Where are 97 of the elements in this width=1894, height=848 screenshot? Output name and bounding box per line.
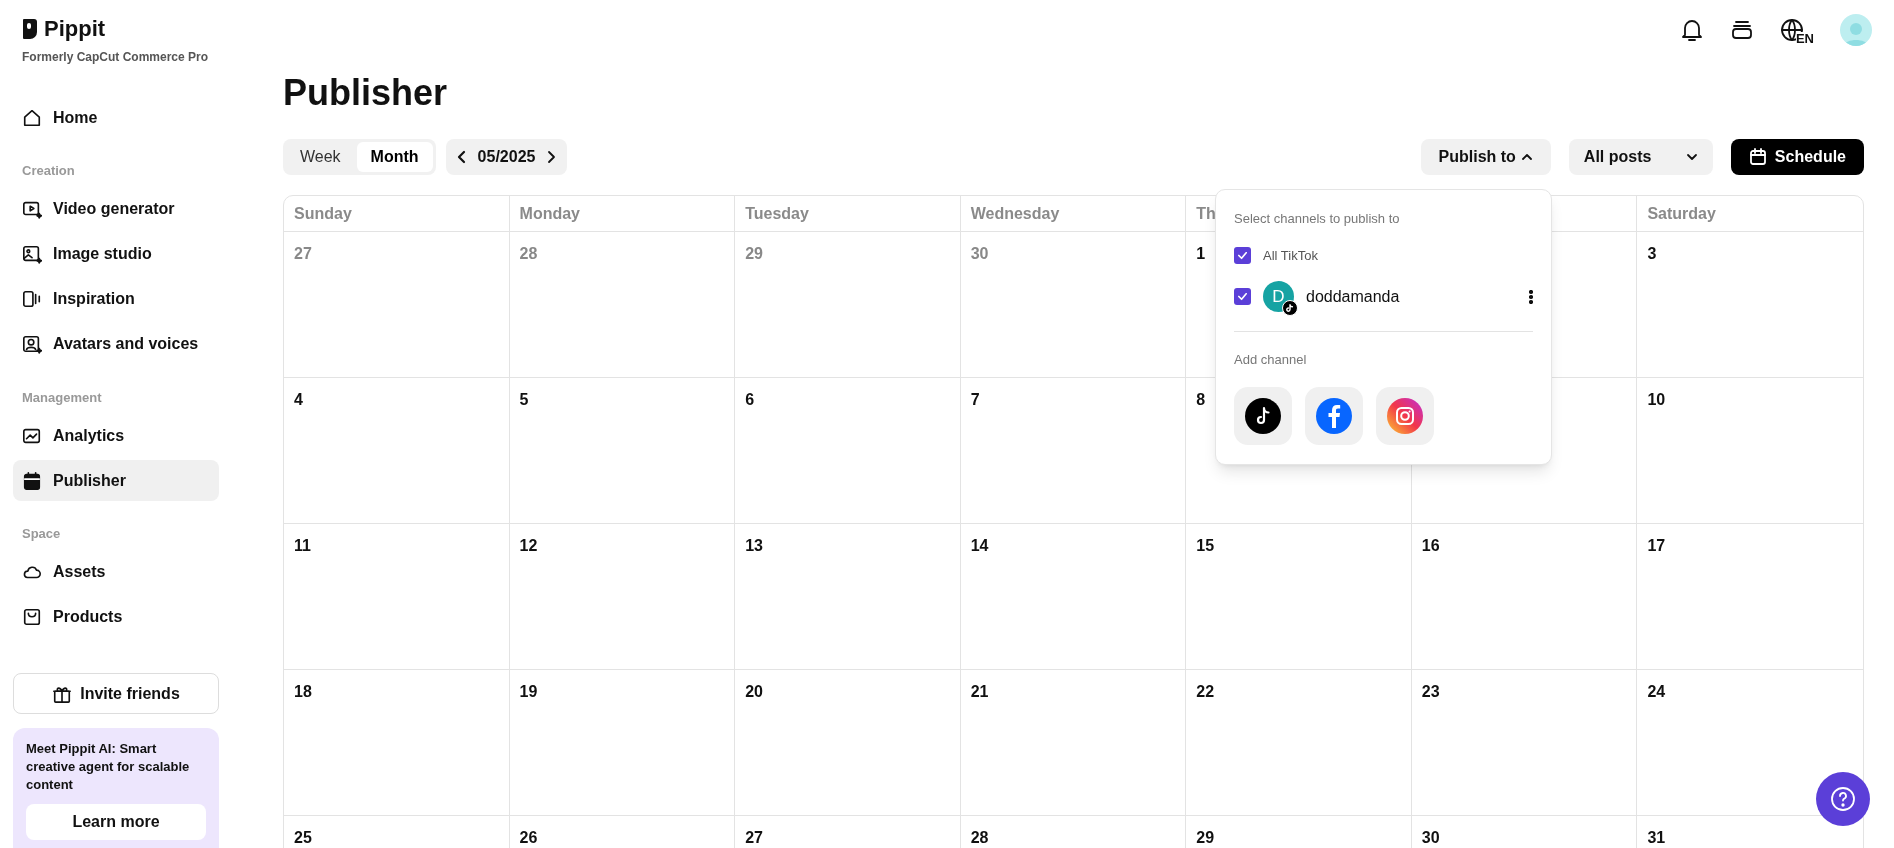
date-number: 24 xyxy=(1647,683,1666,700)
avatar-icon xyxy=(22,334,42,354)
date-number: 6 xyxy=(745,391,755,408)
sidebar-item[interactable]: Inspiration xyxy=(13,278,219,320)
promo-text: Meet Pippit AI: Smart creative agent for scalable content xyxy=(26,740,191,794)
sidebar-item[interactable]: Analytics xyxy=(13,415,219,456)
date-number: 23 xyxy=(1421,683,1440,700)
image-icon xyxy=(22,244,42,264)
weekday-header: Th xyxy=(1196,203,1216,224)
facebook-logo-icon xyxy=(1316,398,1352,434)
tiktok-logo-icon xyxy=(1245,398,1281,434)
date-number: 19 xyxy=(519,683,538,700)
chevron-up-icon xyxy=(1520,151,1533,163)
date-number: 29 xyxy=(1196,829,1215,846)
date-number: 28 xyxy=(519,245,538,262)
stack-button[interactable] xyxy=(1729,18,1754,42)
brand-tagline: Formerly CapCut Commerce Pro xyxy=(21,49,210,66)
date-number: 26 xyxy=(519,829,538,846)
panel-icon xyxy=(22,289,42,309)
channel-group-label: All TikTok xyxy=(1263,246,1318,265)
date-number: 29 xyxy=(745,245,763,262)
calendar-icon xyxy=(1748,148,1767,166)
person-icon xyxy=(1844,20,1868,46)
section-label: Creation xyxy=(21,162,76,180)
date-number: 17 xyxy=(1647,537,1666,554)
more-options-button[interactable] xyxy=(1529,289,1533,304)
date-number: 25 xyxy=(294,829,312,846)
learn-more-button[interactable]: Learn more xyxy=(26,804,206,840)
view-tab[interactable]: Month xyxy=(356,142,433,172)
date-number: 13 xyxy=(745,537,763,554)
notifications-button[interactable] xyxy=(1679,17,1704,43)
invite-friends-button[interactable]: Invite friends xyxy=(13,673,219,714)
section-label: Space xyxy=(21,525,62,543)
bag-icon xyxy=(22,607,42,627)
weekday-header: Sunday xyxy=(294,203,352,224)
check-icon xyxy=(1237,250,1248,261)
date-number: 16 xyxy=(1421,537,1440,554)
brand-name: Pippit xyxy=(44,18,106,40)
check-icon xyxy=(1237,291,1248,302)
date-number: 20 xyxy=(745,683,763,700)
stack-icon xyxy=(1729,18,1754,42)
more-icon xyxy=(1529,289,1533,304)
date-number: 18 xyxy=(294,683,312,700)
video-icon xyxy=(22,199,42,219)
date-number: 8 xyxy=(1196,391,1206,408)
date-number: 28 xyxy=(970,829,989,846)
date-number: 27 xyxy=(294,245,312,262)
date-number: 5 xyxy=(519,391,529,408)
help-button[interactable] xyxy=(1816,772,1870,826)
sidebar-item[interactable]: Products xyxy=(13,596,219,638)
date-number: 30 xyxy=(970,245,989,262)
weekday-header: Wednesday xyxy=(970,203,1060,224)
date-number: 12 xyxy=(519,537,538,554)
checkbox[interactable] xyxy=(1234,288,1251,305)
language-button[interactable]: EN xyxy=(1779,18,1814,42)
checkbox[interactable] xyxy=(1234,247,1251,264)
view-tab[interactable]: Week xyxy=(286,142,355,172)
help-icon xyxy=(1830,786,1856,812)
menu-heading: Select channels to publish to xyxy=(1234,210,1401,228)
note-icon xyxy=(1286,304,1294,312)
sidebar-item[interactable]: Video generator xyxy=(13,188,219,230)
page-title: Publisher xyxy=(283,71,449,115)
sidebar-item[interactable]: Image studio xyxy=(13,233,219,275)
weekday-header: Monday xyxy=(519,203,580,224)
date-number: 10 xyxy=(1647,391,1666,408)
add-channel-button[interactable] xyxy=(1234,387,1292,445)
section-label: Management xyxy=(21,388,103,407)
date-number: 7 xyxy=(970,391,980,408)
date-number: 31 xyxy=(1647,829,1666,846)
account-name: doddamanda xyxy=(1306,286,1401,307)
posts-filter-dropdown[interactable]: All posts xyxy=(1568,139,1713,175)
weekday-header: Tuesday xyxy=(745,203,809,224)
date-number: 14 xyxy=(970,537,989,554)
sidebar-item[interactable]: Home xyxy=(13,97,219,138)
sidebar-item[interactable]: Avatars and voices xyxy=(13,323,219,365)
date-number: 30 xyxy=(1421,829,1440,846)
instagram-logo-icon xyxy=(1387,398,1423,434)
bell-icon xyxy=(1679,17,1704,43)
date-number: 27 xyxy=(745,829,763,846)
sidebar-item[interactable]: Assets xyxy=(13,551,219,593)
weekday-header: Saturday xyxy=(1647,203,1716,224)
logo-icon xyxy=(22,18,38,40)
date-number: 11 xyxy=(294,537,311,554)
calendar-icon xyxy=(22,470,42,491)
date-number: 15 xyxy=(1196,537,1215,554)
sidebar-item[interactable]: Publisher xyxy=(13,460,219,501)
date-number: 1 xyxy=(1196,245,1206,262)
date-number: 22 xyxy=(1196,683,1215,700)
date-number: 3 xyxy=(1647,245,1657,262)
publish-to-button[interactable]: Publish to xyxy=(1420,139,1551,175)
period-label: 05/2025 xyxy=(477,147,536,167)
home-icon xyxy=(22,107,42,128)
schedule-button[interactable]: Schedule xyxy=(1730,139,1864,175)
menu-heading: Add channel xyxy=(1234,350,1308,369)
date-number: 21 xyxy=(970,683,989,700)
chevron-down-icon xyxy=(1685,151,1698,163)
date-number: 4 xyxy=(294,391,303,408)
